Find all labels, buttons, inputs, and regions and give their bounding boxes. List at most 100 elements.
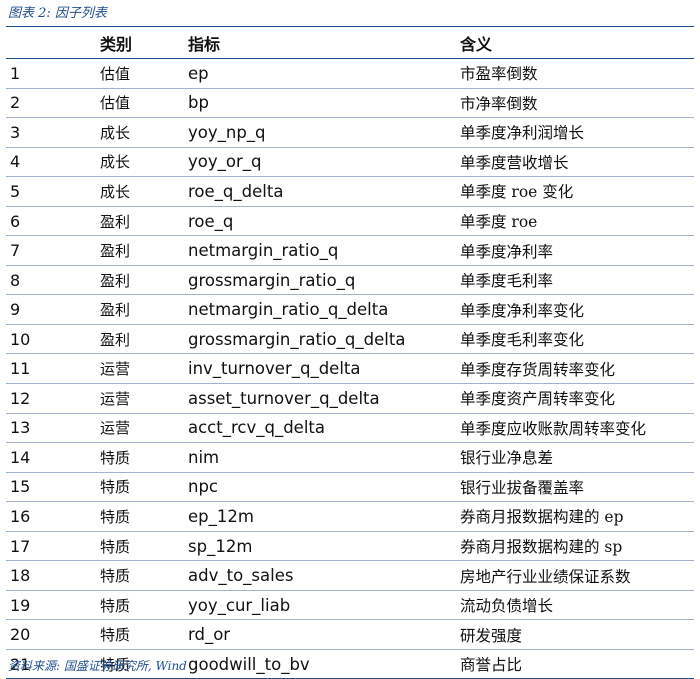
factor-table: 类别 指标 含义 1 估值 ep 市盈率倒数 2 估值 bp 市净率倒数 3 成长 yoy_np_q… (6, 26, 694, 679)
row-indicator: roe_q (188, 211, 234, 231)
table-row: 16 特质 ep_12m 券商月报数据构建的 ep (6, 502, 694, 532)
row-category: 特质 (100, 448, 131, 467)
row-indicator: yoy_np_q (188, 122, 266, 142)
row-meaning: 研发强度 (460, 626, 523, 645)
table-row: 2 估值 bp 市净率倒数 (6, 89, 694, 119)
table-row: 6 盈利 roe_q 单季度 roe (6, 207, 694, 237)
table-row: 8 盈利 grossmargin_ratio_q 单季度毛利率 (6, 266, 694, 296)
row-indicator: netmargin_ratio_q_delta (188, 300, 389, 320)
table-row: 4 成长 yoy_or_q 单季度营收增长 (6, 148, 694, 178)
row-category: 特质 (100, 478, 131, 497)
row-indicator: nim (188, 447, 220, 467)
row-category: 盈利 (100, 212, 131, 231)
row-index: 15 (10, 477, 31, 497)
row-meaning: 流动负债增长 (460, 597, 554, 616)
row-category: 运营 (100, 389, 131, 408)
row-indicator: asset_turnover_q_delta (188, 388, 380, 408)
row-category: 估值 (100, 64, 131, 83)
row-indicator: bp (188, 93, 209, 113)
header-category: 类别 (100, 34, 133, 54)
table-row: 9 盈利 netmargin_ratio_q_delta 单季度净利率变化 (6, 295, 694, 325)
row-meaning: 单季度净利率变化 (460, 301, 585, 320)
row-category: 盈利 (100, 242, 131, 261)
row-index: 11 (10, 359, 31, 379)
row-meaning: 单季度净利润增长 (460, 124, 585, 143)
row-meaning: 单季度 roe 变化 (460, 183, 574, 202)
table-row: 18 特质 adv_to_sales 房地产行业业绩保证系数 (6, 561, 694, 591)
row-meaning: 商誉占比 (460, 656, 523, 675)
table-row: 7 盈利 netmargin_ratio_q 单季度净利率 (6, 236, 694, 266)
row-category: 盈利 (100, 330, 131, 349)
row-index: 9 (10, 300, 21, 320)
table-body: 1 估值 ep 市盈率倒数 2 估值 bp 市净率倒数 3 成长 yoy_np_q 单季度净利润增长 4… (6, 59, 694, 678)
row-meaning: 市盈率倒数 (460, 65, 538, 84)
row-index: 18 (10, 566, 31, 586)
row-index: 17 (10, 536, 31, 556)
row-index: 1 (10, 63, 21, 83)
row-index: 10 (10, 329, 31, 349)
table-row: 5 成长 roe_q_delta 单季度 roe 变化 (6, 177, 694, 207)
table-row: 13 运营 acct_rcv_q_delta 单季度应收账款周转率变化 (6, 414, 694, 444)
row-indicator: roe_q_delta (188, 181, 284, 201)
table-row: 1 估值 ep 市盈率倒数 (6, 59, 694, 89)
row-index: 20 (10, 625, 31, 645)
row-category: 成长 (100, 123, 131, 142)
row-meaning: 银行业净息差 (460, 449, 554, 468)
row-index: 19 (10, 595, 31, 615)
row-index: 16 (10, 506, 31, 526)
row-category: 估值 (100, 94, 131, 113)
row-index: 2 (10, 93, 21, 113)
row-indicator: goodwill_to_bv (188, 654, 310, 674)
row-indicator: npc (188, 477, 219, 497)
table-header-row: 类别 指标 含义 (6, 27, 694, 59)
table-caption: 图表 2: 因子列表 (8, 6, 107, 21)
row-indicator: yoy_cur_liab (188, 595, 291, 615)
row-indicator: inv_turnover_q_delta (188, 359, 361, 379)
row-category: 特质 (100, 626, 131, 645)
row-index: 8 (10, 270, 21, 290)
row-meaning: 单季度资产周转率变化 (460, 390, 616, 409)
row-indicator: ep_12m (188, 506, 254, 526)
row-category: 成长 (100, 182, 131, 201)
row-meaning: 单季度净利率 (460, 242, 554, 261)
row-indicator: acct_rcv_q_delta (188, 418, 325, 438)
row-indicator: grossmargin_ratio_q_delta (188, 329, 406, 349)
table-row: 19 特质 yoy_cur_liab 流动负债增长 (6, 591, 694, 621)
table-row: 17 特质 sp_12m 券商月报数据构建的 sp (6, 532, 694, 562)
row-indicator: netmargin_ratio_q (188, 241, 339, 261)
row-index: 3 (10, 122, 21, 142)
row-category: 运营 (100, 419, 131, 438)
row-category: 盈利 (100, 301, 131, 320)
row-indicator: adv_to_sales (188, 566, 294, 586)
row-index: 7 (10, 241, 21, 261)
row-meaning: 银行业拔备覆盖率 (460, 478, 585, 497)
table-row: 20 特质 rd_or 研发强度 (6, 620, 694, 650)
row-category: 成长 (100, 153, 131, 172)
row-index: 13 (10, 418, 31, 438)
table-row: 15 特质 npc 银行业拔备覆盖率 (6, 473, 694, 503)
row-meaning: 房地产行业业绩保证系数 (460, 567, 631, 586)
row-indicator: ep (188, 63, 209, 83)
row-category: 特质 (100, 596, 131, 615)
row-indicator: yoy_or_q (188, 152, 262, 172)
row-meaning: 单季度营收增长 (460, 153, 569, 172)
row-indicator: sp_12m (188, 536, 253, 556)
row-index: 5 (10, 181, 21, 201)
row-category: 盈利 (100, 271, 131, 290)
row-meaning: 券商月报数据构建的 ep (460, 508, 624, 527)
source-note: 资料来源: 国盛证券研究所, Wind (8, 659, 187, 673)
header-indicator: 指标 (188, 34, 221, 54)
row-meaning: 券商月报数据构建的 sp (460, 538, 623, 557)
row-category: 运营 (100, 360, 131, 379)
row-meaning: 单季度应收账款周转率变化 (460, 419, 647, 438)
header-meaning: 含义 (460, 34, 493, 54)
row-meaning: 单季度存货周转率变化 (460, 360, 616, 379)
row-meaning: 单季度毛利率 (460, 272, 554, 291)
row-index: 14 (10, 447, 31, 467)
table-row: 14 特质 nim 银行业净息差 (6, 443, 694, 473)
row-index: 6 (10, 211, 21, 231)
table-row: 12 运营 asset_turnover_q_delta 单季度资产周转率变化 (6, 384, 694, 414)
table-row: 11 运营 inv_turnover_q_delta 单季度存货周转率变化 (6, 354, 694, 385)
row-category: 特质 (100, 507, 131, 526)
row-category: 特质 (100, 567, 131, 586)
